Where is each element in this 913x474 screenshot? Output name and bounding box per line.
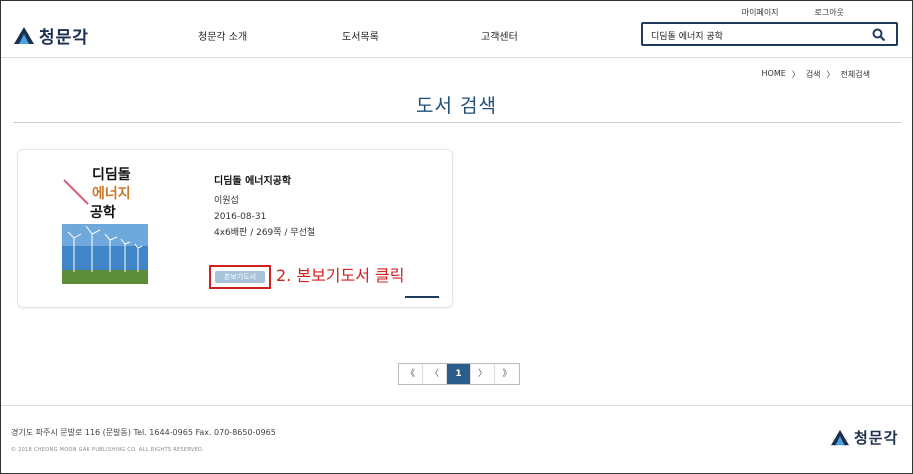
- nav-item-support[interactable]: 고객센터: [481, 28, 518, 43]
- logout-link[interactable]: 로그아웃: [815, 7, 844, 18]
- footer-logo: 청문각: [830, 427, 898, 448]
- book-info: 디딤돌 에너지공학 이원섭 2016-08-31 4x6배판 / 269쪽 / …: [214, 172, 315, 241]
- breadcrumb-separator: 〉: [791, 70, 800, 79]
- breadcrumb-search[interactable]: 검색: [806, 69, 821, 80]
- cover-title-line2: 에너지: [92, 186, 131, 202]
- mypage-link[interactable]: 마이페이지: [742, 7, 779, 18]
- page-title: 도서 검색: [416, 95, 497, 117]
- page-first-button[interactable]: 《: [399, 364, 423, 384]
- book-author: 이원섭: [214, 196, 239, 206]
- cover-title-line1: 디딤돌: [92, 166, 131, 183]
- page-last-button[interactable]: 》: [495, 364, 519, 384]
- header-divider: [1, 57, 912, 58]
- instruction-annotation: 2. 본보기도서 클릭: [276, 266, 405, 285]
- nav-item-books[interactable]: 도서목록: [342, 28, 379, 43]
- title-divider: [13, 122, 901, 123]
- page-number-current[interactable]: 1: [447, 364, 471, 384]
- nav-item-about[interactable]: 청문각 소개: [198, 28, 247, 43]
- pagination: 《 〈 1 〉 》: [398, 363, 520, 385]
- footer-divider: [1, 405, 912, 406]
- breadcrumb-separator: 〉: [826, 70, 835, 79]
- breadcrumb-all: 전체검색: [840, 70, 870, 79]
- top-links: 마이페이지 로그아웃: [742, 7, 844, 18]
- footer-logo-text: 청문각: [854, 429, 899, 447]
- search-input[interactable]: [651, 28, 861, 42]
- book-cover-image[interactable]: 디딤돌 에너지 공학: [62, 160, 148, 284]
- logo-mark-icon: [831, 429, 849, 445]
- card-accent-bar: [405, 296, 439, 298]
- book-title[interactable]: 디딤돌 에너지공학: [214, 172, 315, 187]
- main-nav: 청문각 소개 도서목록 고객센터: [1, 28, 641, 43]
- search-box: [641, 22, 898, 46]
- preview-highlight-box: 본보기도서: [209, 265, 271, 289]
- book-date: 2016-08-31: [214, 212, 267, 222]
- search-icon[interactable]: [872, 28, 886, 42]
- page-prev-button[interactable]: 〈: [423, 364, 447, 384]
- footer-copyright: © 2018 CHEONG MOON GAK PUBLISHING CO. AL…: [11, 447, 205, 453]
- preview-book-button[interactable]: 본보기도서: [215, 271, 265, 283]
- book-spec: 4x6배판 / 269쪽 / 무선철: [214, 228, 316, 238]
- book-card: 디딤돌 에너지 공학 디딤돌 에너지공학 이원섭 2016-08-31 4x6배…: [17, 149, 453, 308]
- page-next-button[interactable]: 〉: [471, 364, 495, 384]
- breadcrumb-home[interactable]: HOME: [762, 69, 786, 80]
- cover-title-line3: 공학: [90, 205, 116, 221]
- breadcrumb: HOME 〉 검색 〉 전체검색: [762, 69, 870, 80]
- footer-address: 경기도 파주시 문발로 116 (문발동) Tel. 1644-0965 Fax…: [11, 428, 276, 437]
